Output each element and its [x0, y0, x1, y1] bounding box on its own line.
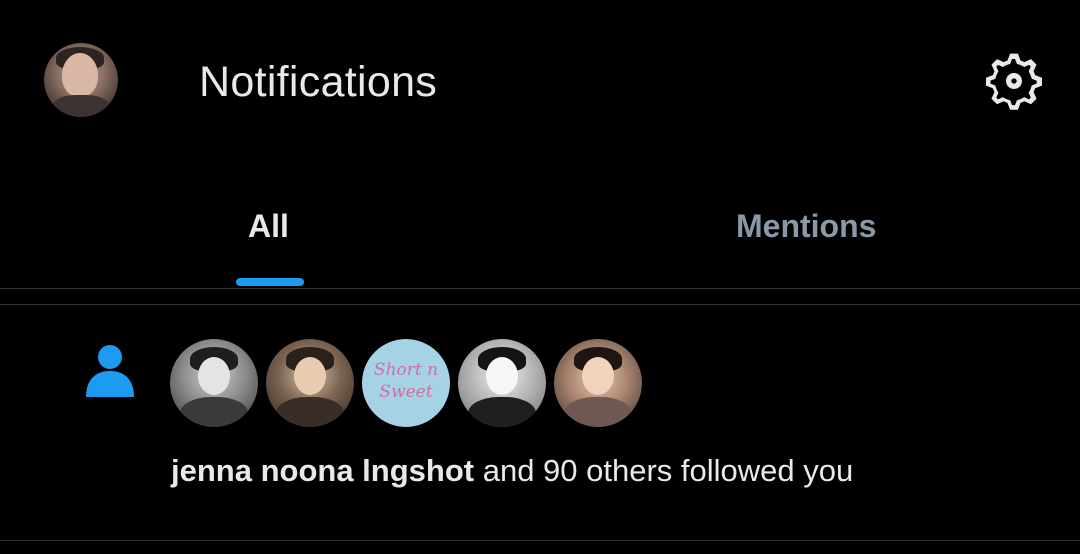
follower-avatar-face	[198, 357, 230, 395]
follow-notification[interactable]: Short n Sweet jenna noona lngshot and 90…	[0, 305, 1080, 540]
avatar-body	[52, 95, 110, 117]
tabs-divider	[0, 288, 1080, 289]
avatar-logo-text: Short n Sweet	[373, 360, 439, 402]
avatar-face	[62, 53, 98, 97]
list-bottom-divider	[0, 540, 1080, 541]
actor-name[interactable]: jenna noona lngshot	[171, 453, 474, 488]
follower-avatar-face	[294, 357, 326, 395]
follower-avatar-5[interactable]	[554, 339, 642, 427]
notification-message: jenna noona lngshot and 90 others follow…	[171, 453, 853, 489]
app-header: Notifications	[0, 0, 1080, 160]
message-rest: and 90 others followed you	[474, 453, 854, 488]
follower-avatar-body	[276, 397, 344, 427]
follower-avatar-body	[180, 397, 248, 427]
gear-icon[interactable]	[982, 49, 1046, 113]
active-tab-indicator	[236, 278, 304, 286]
follower-avatar-1[interactable]	[170, 339, 258, 427]
follower-avatar-face	[582, 357, 614, 395]
page-title: Notifications	[199, 58, 438, 106]
profile-avatar[interactable]	[44, 43, 118, 117]
follower-avatar-body	[468, 397, 536, 427]
follower-avatar-body	[564, 397, 632, 427]
tab-mentions[interactable]: Mentions	[736, 208, 876, 245]
follower-avatar-2[interactable]	[266, 339, 354, 427]
notification-tabs: All Mentions	[0, 160, 1080, 290]
follower-avatar-face	[486, 357, 518, 395]
follower-avatar-4[interactable]	[458, 339, 546, 427]
person-icon	[86, 345, 134, 397]
tab-all[interactable]: All	[248, 208, 289, 245]
follower-avatar-3[interactable]: Short n Sweet	[362, 339, 450, 427]
